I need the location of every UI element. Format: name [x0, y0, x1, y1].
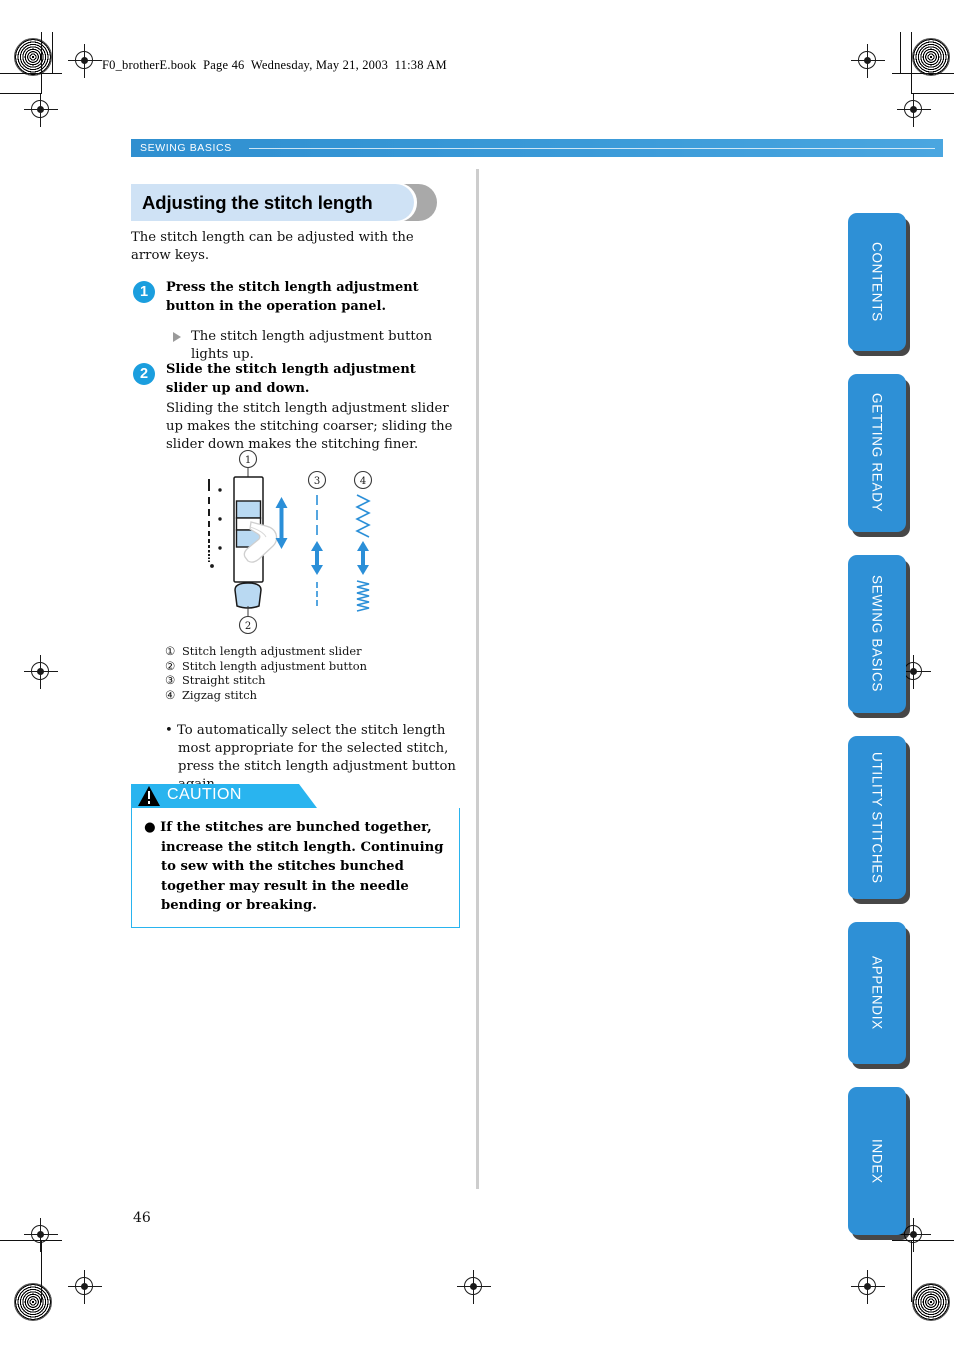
side-tab-sewing-basics-label: SEWING BASICS [869, 575, 885, 693]
page-title-wrap: Adjusting the stitch length [131, 183, 461, 222]
column-divider [476, 169, 479, 1189]
trim-line-top-2 [0, 93, 42, 95]
side-tab-utility-stitches[interactable]: UTILITY STITCHES [848, 736, 906, 899]
step-2-number: 2 [133, 363, 155, 385]
trim-line-right-v2 [900, 32, 902, 74]
legend-number-1: ① [165, 644, 176, 658]
legend-item-2: ② Stitch length adjustment button [165, 659, 465, 674]
legend-number-2: ② [165, 658, 176, 673]
callout-2-label: 2 [245, 621, 251, 632]
slider-direction-arrow [275, 497, 288, 549]
page-content: SEWING BASICS Adjusting the stitch lengt… [131, 139, 943, 1199]
legend-item-1: ① Stitch length adjustment slider [165, 644, 465, 659]
step-2-note: Sliding the stitch length adjustment sli… [166, 401, 453, 452]
figure-legend: ① Stitch length adjustment slider ② Stitch… [165, 644, 465, 702]
step-2: 2 Slide the stitch length adjustment sli… [131, 361, 461, 454]
side-tab-contents[interactable]: CONTENTS [848, 213, 906, 351]
legend-item-4: ④ Zigzag stitch [165, 688, 465, 703]
side-tab-getting-ready-label: GETTING READY [869, 393, 885, 513]
page-title: Adjusting the stitch length [142, 192, 373, 213]
step-2-title: Slide the stitch length adjustment slide… [166, 362, 416, 396]
legend-item-3: ③ Straight stitch [165, 673, 465, 688]
legend-text-2: Stitch length adjustment button [182, 658, 367, 673]
registration-mark-top-right [851, 44, 885, 78]
callout-3-label: 3 [314, 476, 320, 487]
registration-mark-bottom-center [457, 1270, 491, 1304]
legend-text-4: Zigzag stitch [182, 687, 257, 702]
side-tab-index-label: INDEX [869, 1138, 885, 1184]
side-tab-utility-stitches-label: UTILITY STITCHES [869, 751, 885, 884]
trim-line-top-right [892, 73, 954, 75]
side-tab-contents-label: CONTENTS [869, 242, 885, 322]
legend-text-1: Stitch length adjustment slider [182, 644, 362, 658]
trim-line-left-v2 [52, 32, 54, 74]
exclamation-bar-icon [147, 791, 151, 799]
registration-mark-left-upper [24, 93, 58, 127]
registration-mark-right-upper [897, 93, 931, 127]
callout-4-label: 4 [360, 476, 366, 487]
side-tab-getting-ready[interactable]: GETTING READY [848, 374, 906, 532]
legend-text-3: Straight stitch [182, 673, 266, 688]
stitch-scale-ticks [210, 488, 222, 568]
trim-line-bottom-right-v [911, 1240, 913, 1302]
slider-handle-top [235, 500, 262, 519]
caution-box: ● If the stitches are bunched together, … [131, 808, 460, 928]
book-header-text: F0_brotherE.book Page 46 Wednesday, May … [102, 58, 447, 72]
legend-number-3: ③ [165, 673, 176, 688]
registration-mark-top-left [68, 44, 102, 78]
trim-line-left-v [41, 32, 43, 94]
section-header-bar: SEWING BASICS [131, 139, 943, 157]
trim-line-right-v [911, 32, 913, 94]
stitch-length-diagram: 1 2 3 4 [193, 449, 408, 635]
trim-line-bottom-left-v [41, 1240, 43, 1302]
trim-line-top-right-2 [912, 93, 954, 95]
registration-mark-left-middle [24, 655, 58, 689]
step-1-number: 1 [133, 281, 155, 303]
side-tab-index[interactable]: INDEX [848, 1087, 906, 1235]
zigzag-stitch-coarse [355, 494, 371, 538]
callout-1-label: 1 [245, 455, 251, 466]
moire-target-top-right [912, 38, 950, 76]
step-1: 1 Press the stitch length adjustment but… [131, 279, 461, 364]
trim-line-bottom-left [0, 1240, 62, 1242]
step-1-result: The stitch length adjustment button ligh… [173, 328, 461, 364]
legend-number-4: ④ [165, 687, 176, 702]
stitch-length-button-shape [234, 582, 262, 609]
caution-item-1: ● If the stitches are bunched together, … [144, 820, 444, 913]
section-rule [249, 148, 935, 149]
side-tab-sewing-basics[interactable]: SEWING BASICS [848, 555, 906, 713]
caution-label: CAUTION [167, 786, 242, 803]
caution-banner: CAUTION [131, 784, 317, 808]
section-label: SEWING BASICS [140, 142, 232, 154]
zigzag-stitch-fine [356, 580, 370, 612]
step-1-title: Press the stitch length adjustment butto… [166, 280, 419, 314]
side-tab-appendix[interactable]: APPENDIX [848, 922, 906, 1064]
moire-target-top-left [14, 38, 52, 76]
caution-block: CAUTION ● If the stitches are bunched to… [131, 784, 460, 928]
zigzag-stitch-arrow [357, 541, 369, 575]
side-tab-nav: CONTENTS GETTING READY SEWING BASICS UTI… [848, 213, 910, 1258]
step-1-result-text: The stitch length adjustment button ligh… [191, 329, 433, 362]
straight-stitch-arrow [311, 541, 323, 575]
moire-target-bottom-left [14, 1283, 52, 1321]
side-tab-appendix-label: APPENDIX [869, 956, 885, 1030]
triangle-bullet-icon [173, 332, 181, 342]
exclamation-dot-icon [147, 801, 151, 804]
registration-mark-bottom-left [68, 1270, 102, 1304]
page-number: 46 [133, 1210, 151, 1226]
moire-target-bottom-right [912, 1283, 950, 1321]
registration-mark-bottom-right [851, 1270, 885, 1304]
intro-paragraph: The stitch length can be adjusted with t… [131, 230, 414, 263]
